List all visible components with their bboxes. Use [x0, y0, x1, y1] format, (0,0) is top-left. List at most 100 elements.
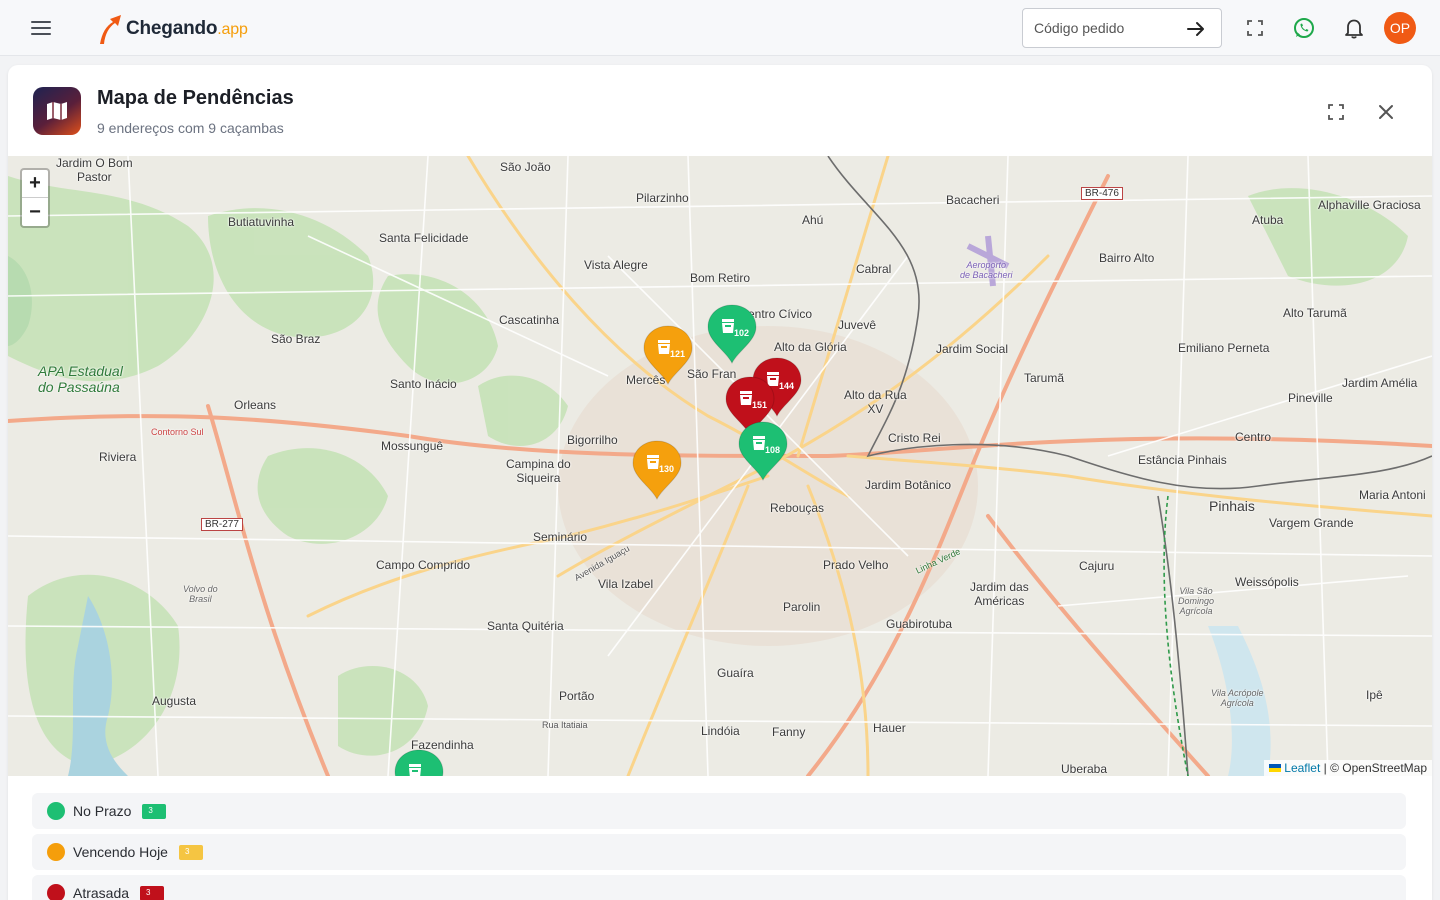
whatsapp-icon[interactable] — [1290, 14, 1318, 42]
legend-row-no-prazo[interactable]: No Prazo 3 — [32, 793, 1406, 829]
map-label: Tarumã — [1024, 371, 1065, 385]
map-label: Contorno Sul — [151, 427, 204, 437]
map-label: Guaíra — [717, 666, 754, 680]
map-label: Vila Acrópole Agrícola — [1211, 688, 1264, 708]
map-view[interactable]: Jardim O Bom Pastor São João Pilarzinho … — [8, 156, 1432, 776]
map-label: Cajuru — [1079, 559, 1115, 573]
map-label: Alto Tarumã — [1283, 306, 1347, 320]
map-label: APA Estadual do Passaúna — [38, 363, 123, 395]
dumpster-pin-108[interactable]: 108 — [737, 420, 789, 482]
map-label: Guabirotuba — [886, 617, 953, 631]
pin-number: 130 — [659, 464, 675, 474]
map-label: Seminário — [533, 530, 588, 544]
close-icon[interactable] — [1373, 99, 1399, 125]
map-label: Emiliano Perneta — [1178, 341, 1270, 355]
logo-text: Chegando.app — [126, 18, 248, 39]
map-label: Rua Itatiaia — [542, 720, 588, 730]
map-attribution: Leaflet | © OpenStreetMap — [1264, 760, 1432, 776]
arrow-right-icon[interactable] — [1185, 18, 1207, 40]
expand-card-icon[interactable] — [1323, 99, 1349, 125]
hamburger-menu-icon[interactable] — [26, 14, 56, 42]
dumpster-pin-130[interactable]: 130 — [631, 439, 683, 501]
status-dot — [47, 802, 65, 820]
map-label: Alphaville Graciosa — [1318, 198, 1421, 212]
map-label: Mossunguê — [381, 439, 444, 453]
map-label: Juvevê — [838, 318, 877, 332]
zoom-in-button[interactable]: + — [22, 170, 48, 198]
map-label: São Braz — [271, 332, 321, 346]
legend-count-badge: 3 — [178, 844, 203, 860]
page-title: Mapa de Pendências — [97, 87, 294, 109]
map-label: Campo Comprido — [376, 558, 471, 572]
zoom-out-button[interactable]: − — [22, 198, 48, 226]
status-dot — [47, 843, 65, 861]
bell-icon[interactable] — [1340, 14, 1368, 42]
pending-map-card: Mapa de Pendências 9 endereços com 9 caç… — [8, 65, 1432, 900]
map-label: Bom Retiro — [690, 271, 751, 285]
map-label: Weissópolis — [1235, 575, 1299, 589]
map-label: Jardim das Américas — [970, 580, 1029, 608]
map-label: Maria Antoni — [1359, 488, 1426, 502]
map-label: Alto da Rua XV — [844, 388, 907, 416]
status-legend: No Prazo 3 Vencendo Hoje 3 Atrasada 3 — [32, 793, 1406, 900]
map-label: Santo Inácio — [390, 377, 457, 391]
map-label: Riviera — [99, 450, 137, 464]
fullscreen-icon[interactable] — [1241, 14, 1269, 42]
legend-label: Atrasada — [73, 885, 130, 900]
map-label: Vila São Domingo Agrícola — [1178, 586, 1215, 616]
leaflet-link[interactable]: Leaflet — [1284, 761, 1320, 775]
user-avatar[interactable]: OP — [1384, 12, 1416, 44]
legend-count-badge: 3 — [140, 885, 165, 900]
map-label: Centro — [1235, 430, 1272, 444]
map-label: BR-277 — [201, 518, 243, 531]
map-label: Jardim Amélia — [1342, 376, 1418, 390]
map-label: Butiatuvinha — [228, 215, 295, 229]
status-dot — [47, 884, 65, 900]
map-label: Santa Felicidade — [379, 231, 469, 245]
map-label: Bairro Alto — [1099, 251, 1155, 265]
ukraine-flag-icon — [1269, 764, 1282, 772]
map-label: Jardim Social — [936, 342, 1009, 356]
map-label: Fanny — [772, 725, 806, 739]
order-code-box — [1022, 8, 1222, 48]
map-label: Aeroporto de Bacacheri — [960, 260, 1013, 280]
legend-count-badge: 3 — [142, 803, 167, 819]
attribution-text: | © OpenStreetMap — [1323, 761, 1427, 775]
map-label: Cascatinha — [499, 313, 560, 327]
pin-number: 121 — [670, 349, 686, 359]
map-pin-icon — [394, 749, 444, 776]
map-label: Rebouças — [770, 501, 825, 515]
map-label: Pineville — [1288, 391, 1333, 405]
map-label: Alto da Glória — [774, 340, 847, 354]
page-subtitle: 9 endereços com 9 caçambas — [97, 120, 284, 136]
order-code-input[interactable] — [1034, 20, 1184, 36]
pin-number: 144 — [779, 381, 795, 391]
map-label: Ahú — [802, 213, 824, 227]
map-label: Volvo do Brasil — [183, 584, 218, 604]
zoom-control: + − — [20, 168, 50, 228]
map-pin-icon — [632, 440, 682, 501]
map-label: Atuba — [1252, 213, 1284, 227]
pin-number: 151 — [752, 400, 768, 410]
dumpster-pin-partial[interactable] — [393, 748, 445, 776]
map-label: Campina do Siqueira — [506, 457, 571, 485]
map-label: Bigorrilho — [567, 433, 618, 447]
map-label: Orleans — [234, 398, 277, 412]
map-label: Uberaba — [1061, 762, 1108, 776]
map-label: Prado Velho — [823, 558, 889, 572]
map-label: Pilarzinho — [636, 191, 689, 205]
legend-row-atrasada[interactable]: Atrasada 3 — [32, 875, 1406, 900]
legend-row-vencendo-hoje[interactable]: Vencendo Hoje 3 — [32, 834, 1406, 870]
map-label: Jardim O Bom Pastor — [56, 156, 133, 184]
app-logo[interactable]: Chegando.app — [96, 12, 248, 46]
map-label: Hauer — [873, 721, 906, 735]
map-label: Parolin — [783, 600, 821, 614]
map-label: Bacacheri — [946, 193, 1000, 207]
map-label: Augusta — [152, 694, 197, 708]
map-label: Lindóia — [701, 724, 740, 738]
map-label: Portão — [559, 689, 595, 703]
map-label: Vargem Grande — [1269, 516, 1354, 530]
dumpster-pin-121[interactable]: 121 — [642, 324, 694, 386]
map-pin-icon — [738, 421, 788, 482]
map-pin-icon — [643, 325, 693, 386]
